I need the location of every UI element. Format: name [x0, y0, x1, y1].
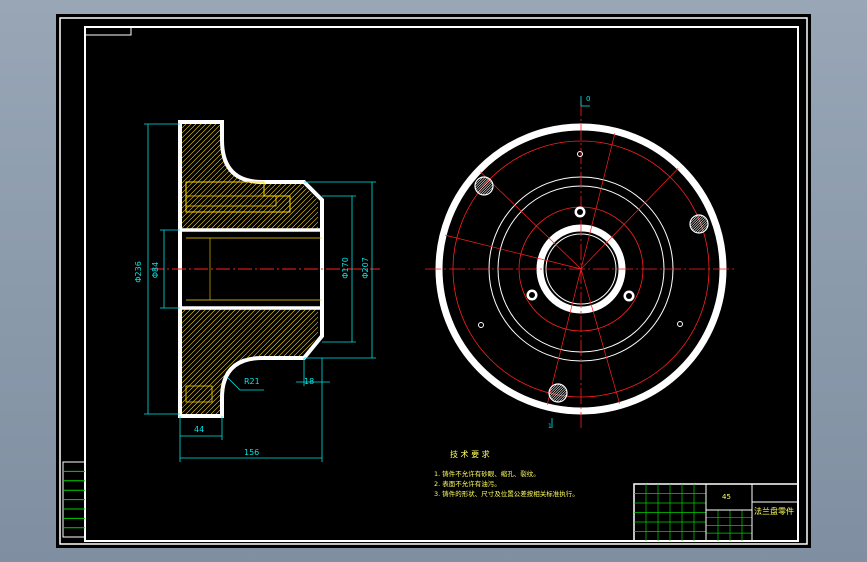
- dim-dia-170: Φ170: [341, 257, 350, 279]
- dim-dia-84: Φ84: [151, 262, 160, 278]
- title-part-name: 法兰盘零件: [754, 506, 794, 516]
- drawing-sheet: [56, 14, 811, 548]
- top-marker: 0: [586, 95, 590, 103]
- tech-req-item-2: 2. 表面不允许有油污。: [434, 479, 501, 488]
- tech-req-item-3: 3. 铸件的形状、尺寸及位置公差按相关标准执行。: [434, 489, 579, 498]
- dim-156: 156: [244, 448, 259, 457]
- dim-radius: R21: [244, 377, 260, 386]
- tech-req-title: 技 术 要 求: [450, 449, 490, 459]
- bottom-marker: 1: [548, 423, 552, 430]
- dim-44: 44: [194, 425, 204, 434]
- dim-dia-207: Φ207: [361, 257, 370, 279]
- dim-18: 18: [304, 377, 314, 386]
- title-material: 45: [722, 493, 731, 501]
- tech-req-item-1: 1. 铸件不允许有砂眼、缩孔、裂纹。: [434, 469, 540, 478]
- dim-dia-236: Φ236: [134, 261, 143, 283]
- drawing-canvas: Φ236 Φ84 Φ170 Φ207 R21 18 44 156 0 1 技 术…: [56, 14, 811, 548]
